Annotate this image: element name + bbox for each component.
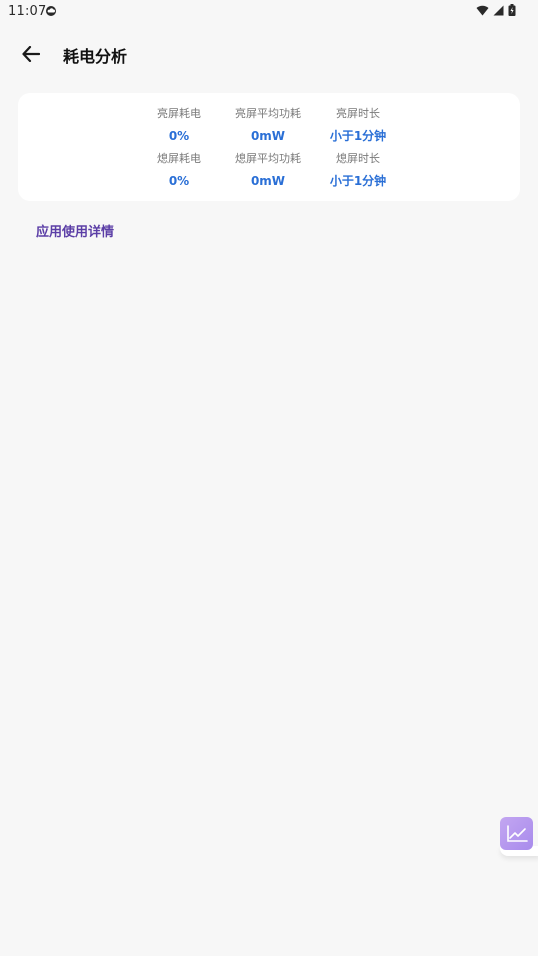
battery-stats-card: 亮屏耗电 0% 亮屏平均功耗 0mW 亮屏时长 小于1分钟 熄屏耗电 0% 熄屏… xyxy=(18,93,520,201)
line-chart-icon xyxy=(506,824,528,842)
wifi-icon xyxy=(476,5,489,15)
screen-on-time-stat: 亮屏时长 小于1分钟 xyxy=(298,107,418,143)
battery-charging-icon xyxy=(508,4,516,16)
status-bar: 11:07 xyxy=(0,0,538,24)
floating-chart-button[interactable] xyxy=(500,817,533,850)
arrow-left-icon xyxy=(22,46,40,62)
screen-on-time-value: 小于1分钟 xyxy=(329,129,387,143)
page-title: 耗电分析 xyxy=(63,47,128,66)
status-icons xyxy=(476,4,516,16)
signal-icon xyxy=(493,5,504,15)
screen-off-time-value: 小于1分钟 xyxy=(329,174,387,188)
cloud-icon xyxy=(46,6,56,16)
status-time: 11:07 xyxy=(8,4,47,19)
screen-off-time-stat: 熄屏时长 小于1分钟 xyxy=(298,152,418,188)
screen-off-time-label: 熄屏时长 xyxy=(336,152,380,165)
back-button[interactable] xyxy=(16,40,46,68)
app-usage-details-link[interactable]: 应用使用详情 xyxy=(36,221,114,240)
screen-on-time-label: 亮屏时长 xyxy=(336,107,380,120)
app-bar: 耗电分析 xyxy=(0,34,538,74)
